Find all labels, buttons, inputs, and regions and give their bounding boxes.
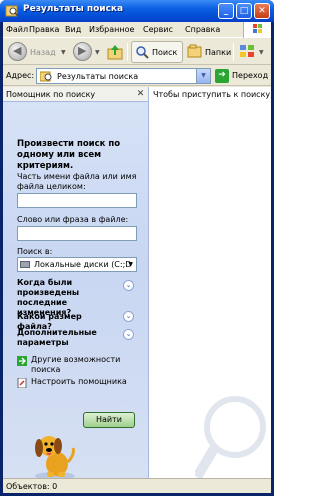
- views-icon[interactable]: [239, 43, 257, 61]
- advanced-options-expand-icon[interactable]: ⌄: [123, 329, 134, 340]
- toolbar-separator-2: [233, 43, 234, 61]
- assistant-icon: [17, 378, 27, 388]
- search-label: Поиск: [152, 48, 178, 57]
- pane-close-icon[interactable]: ✕: [135, 89, 146, 100]
- menu-favorites[interactable]: Избранное: [89, 25, 134, 34]
- address-bar: Адрес: Результаты поиска ▼ ➔ Переход: [3, 66, 271, 86]
- search-prompt: Произвести поиск по одному или всем крит…: [17, 139, 121, 171]
- menu-view[interactable]: Вид: [65, 25, 81, 34]
- pane-title: Помощник по поиску: [6, 90, 96, 99]
- title-bar[interactable]: Результаты поиска _ □ ✕: [0, 0, 274, 22]
- forward-arrow-icon: ▶: [78, 44, 87, 57]
- go-label[interactable]: Переход: [232, 71, 268, 80]
- phrase-input[interactable]: [17, 226, 137, 241]
- status-text: Объектов: 0: [6, 482, 58, 491]
- find-button[interactable]: Найти: [83, 412, 135, 428]
- address-field[interactable]: Результаты поиска ▼: [36, 68, 211, 84]
- chevron-down-icon: ▼: [128, 261, 133, 268]
- window-title: Результаты поиска: [23, 4, 124, 14]
- window-frame: Файл Правка Вид Избранное Сервис Справка…: [3, 22, 271, 493]
- magnifier-watermark-icon: [195, 396, 266, 478]
- menu-bar: Файл Правка Вид Избранное Сервис Справка: [3, 22, 271, 38]
- address-label: Адрес:: [6, 71, 35, 80]
- file-size-expand-icon[interactable]: ⌄: [123, 311, 134, 322]
- search-companion-pane: Помощник по поиску ✕ Произвести поиск по…: [3, 87, 149, 478]
- search-icon: [136, 46, 149, 59]
- windows-flag-icon: [253, 24, 262, 33]
- forward-dropdown-icon[interactable]: ▼: [95, 49, 100, 56]
- up-folder-icon[interactable]: [106, 43, 124, 61]
- back-arrow-icon: ◀: [13, 44, 22, 57]
- back-label: Назад: [30, 48, 56, 57]
- other-search-options-link[interactable]: Другие возможности поиска: [17, 355, 141, 377]
- configure-assistant-label: Настроить помощника: [31, 377, 127, 386]
- search-in-select[interactable]: Локальные диски (C:;D ▼: [17, 257, 137, 272]
- minimize-button[interactable]: _: [218, 3, 234, 19]
- other-search-options-label: Другие возможности поиска: [31, 355, 121, 374]
- pane-header: Помощник по поиску ✕: [3, 87, 148, 102]
- green-arrow-icon: [17, 356, 27, 366]
- toolbar-separator: [127, 43, 128, 61]
- back-dropdown-icon[interactable]: ▼: [61, 49, 66, 56]
- disk-icon: [20, 261, 30, 268]
- filename-label: Часть имени файла или имя файла целиком:: [17, 172, 137, 191]
- minimize-icon: _: [223, 6, 229, 16]
- folders-icon[interactable]: [187, 43, 203, 59]
- go-arrow-icon[interactable]: ➔: [215, 69, 229, 83]
- results-area: Чтобы приступить к поиску, сл: [150, 87, 271, 478]
- menu-tools[interactable]: Сервис: [143, 25, 173, 34]
- back-button[interactable]: ◀: [8, 42, 27, 61]
- windows-logo: [243, 22, 271, 38]
- when-modified-expand-icon[interactable]: ⌄: [123, 280, 134, 291]
- menu-edit[interactable]: Правка: [29, 25, 59, 34]
- filename-input[interactable]: [17, 193, 137, 208]
- phrase-label: Слово или фраза в файле:: [17, 215, 129, 224]
- search-dog-icon[interactable]: [25, 424, 85, 478]
- address-dropdown-icon[interactable]: ▼: [196, 69, 210, 83]
- search-button[interactable]: Поиск: [131, 41, 183, 63]
- search-window-icon: [5, 5, 19, 17]
- standard-toolbar: ◀ Назад ▼ ▶ ▼ Поиск Папки ▼: [3, 39, 271, 65]
- search-results-icon: [40, 71, 52, 82]
- explorer-window: Результаты поиска _ □ ✕ Файл Правка Вид …: [0, 0, 274, 496]
- close-icon: ✕: [258, 6, 266, 16]
- address-value: Результаты поиска: [57, 72, 139, 81]
- status-bar: Объектов: 0: [3, 478, 271, 493]
- content-area: Помощник по поиску ✕ Произвести поиск по…: [3, 87, 271, 478]
- close-button[interactable]: ✕: [254, 3, 270, 19]
- configure-assistant-link[interactable]: Настроить помощника: [17, 377, 141, 399]
- views-dropdown-icon[interactable]: ▼: [259, 49, 264, 56]
- results-hint: Чтобы приступить к поиску, сл: [153, 90, 271, 99]
- maximize-button[interactable]: □: [236, 3, 252, 19]
- menu-file[interactable]: Файл: [6, 25, 28, 34]
- forward-button[interactable]: ▶: [73, 42, 92, 61]
- advanced-options-label[interactable]: Дополнительные параметры: [17, 328, 117, 348]
- maximize-icon: □: [239, 6, 249, 16]
- menu-help[interactable]: Справка: [185, 25, 220, 34]
- search-in-value: Локальные диски (C:;D: [34, 260, 132, 269]
- folders-label[interactable]: Папки: [205, 48, 231, 57]
- search-in-label: Поиск в:: [17, 247, 53, 256]
